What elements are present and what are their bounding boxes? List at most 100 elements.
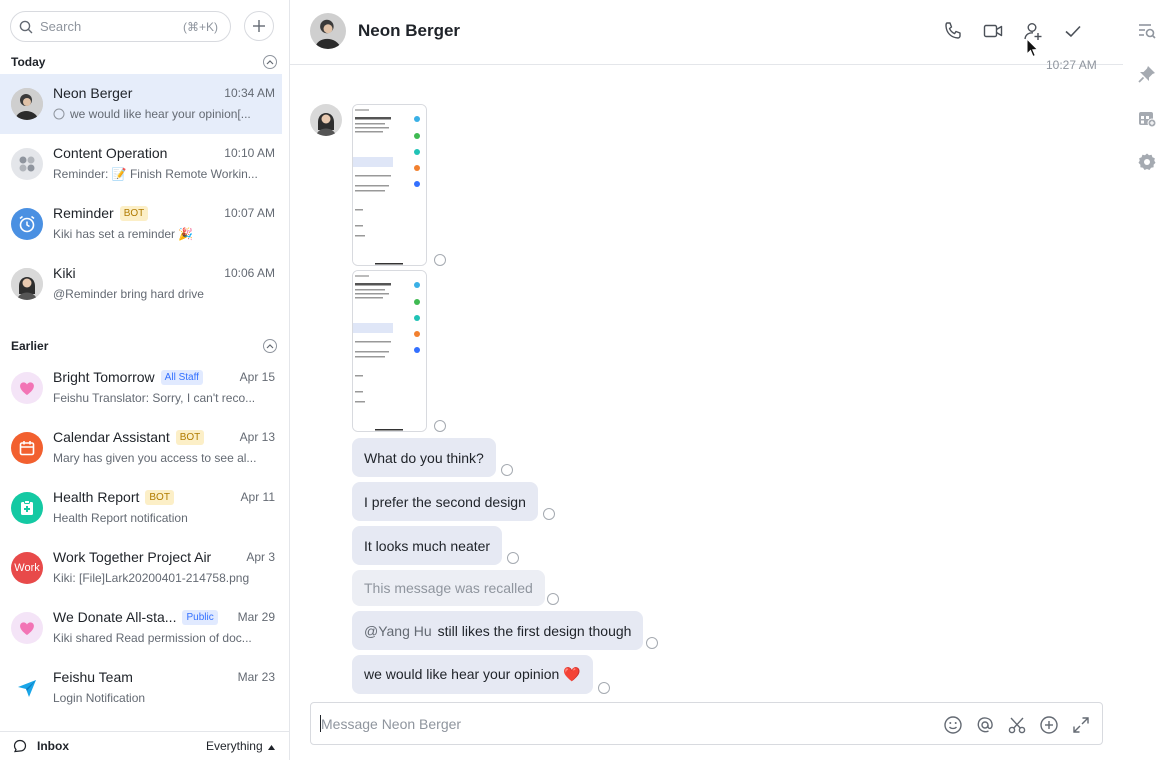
avatar	[11, 208, 43, 240]
search-shortcut: (⌘+K)	[182, 19, 218, 34]
message-bubble[interactable]: What do you think?	[352, 438, 496, 477]
conversation-item[interactable]: We Donate All-sta... Public Mar 29 Kiki …	[0, 598, 282, 658]
conversation-item[interactable]: Feishu Team Mar 23 Login Notification	[0, 658, 282, 718]
emoji-icon[interactable]	[942, 714, 964, 736]
new-conversation-button[interactable]	[244, 11, 274, 41]
image-attachment[interactable]	[352, 104, 427, 266]
filter-label: Everything	[205, 739, 263, 753]
section-earlier: Earlier	[11, 337, 277, 355]
conversation-name-row: We Donate All-sta... Public	[53, 609, 218, 625]
conversation-time: Apr 15	[239, 370, 275, 384]
avatar	[11, 672, 43, 704]
conversation-name-row: Calendar Assistant BOT	[53, 429, 205, 445]
app-screenshot-thumbnail-icon	[353, 105, 426, 265]
conversation-preview: Kiki: [File]Lark20200401-214758.png	[53, 571, 250, 585]
collapse-earlier-button[interactable]	[263, 339, 277, 353]
scissors-icon[interactable]	[1006, 714, 1028, 736]
conversation-item[interactable]: Health Report BOT Apr 11 Health Report n…	[0, 478, 282, 538]
pin-icon[interactable]	[1137, 64, 1157, 84]
sidebar-footer: Inbox Everything	[0, 731, 289, 760]
message-bubble[interactable]: It looks much neater	[352, 526, 503, 565]
conversation-item[interactable]: Calendar Assistant BOT Apr 13 Mary has g…	[0, 418, 282, 478]
sender-avatar[interactable]	[310, 104, 342, 136]
conversation-time: 10:34 AM	[224, 86, 275, 100]
public-badge: Public	[182, 609, 218, 625]
person-photo-icon	[11, 88, 43, 120]
search-placeholder: Search	[40, 19, 82, 34]
collapse-today-button[interactable]	[263, 55, 277, 69]
avatar-initials: Work	[14, 562, 40, 574]
read-receipt-icon	[598, 682, 610, 694]
conversation-time: 10:07 AM	[224, 206, 275, 220]
video-call-icon[interactable]	[982, 20, 1004, 42]
read-receipt-icon	[543, 508, 555, 520]
avatar	[11, 88, 43, 120]
composer-placeholder: Message Neon Berger	[321, 716, 462, 732]
message-timestamp: 10:27 AM	[1046, 58, 1097, 72]
heart-icon	[20, 622, 34, 635]
read-receipt-icon	[434, 254, 446, 266]
paper-plane-icon	[18, 680, 36, 697]
conversation-item[interactable]: Neon Berger 10:34 AM we would like hear …	[0, 74, 282, 134]
message-bubble[interactable]: we would like hear your opinion ❤️	[352, 655, 593, 694]
message-composer[interactable]: Message Neon Berger	[310, 702, 1103, 745]
heart-icon	[20, 382, 34, 395]
calendar-add-icon[interactable]	[1137, 108, 1157, 128]
search-input[interactable]: Search (⌘+K)	[10, 11, 231, 42]
health-icon	[21, 500, 33, 515]
conversation-item[interactable]: Reminder BOT 10:07 AM Kiki has set a rem…	[0, 194, 282, 254]
plus-icon	[253, 20, 265, 32]
section-today: Today	[11, 53, 277, 71]
chat-avatar[interactable]	[310, 13, 346, 49]
conversation-time: Apr 3	[246, 550, 275, 564]
expand-icon[interactable]	[1070, 714, 1092, 736]
conversation-item[interactable]: Work Work Together Project Air Apr 3 Kik…	[0, 538, 282, 598]
message-bubble[interactable]: I prefer the second design	[352, 482, 538, 521]
search-history-icon[interactable]	[1137, 21, 1157, 41]
conversation-item[interactable]: Content Operation 10:10 AM Reminder: 📝 F…	[0, 134, 282, 194]
conversation-name: Work Together Project Air	[53, 549, 212, 565]
messenger-app: Search (⌘+K) Today Neon Berger 10:34 AM …	[0, 0, 1166, 760]
chevron-up-icon	[266, 60, 274, 65]
bot-badge: BOT	[119, 205, 149, 221]
conversation-item[interactable]: Kiki 10:06 AM @Reminder bring hard drive	[0, 254, 282, 314]
read-receipt-icon	[547, 593, 559, 605]
mention-icon[interactable]	[974, 714, 996, 736]
message-text: still likes the first design though	[437, 622, 632, 639]
bot-badge: BOT	[145, 489, 174, 505]
conversation-name-row: Health Report BOT	[53, 489, 174, 505]
avatar	[11, 492, 43, 524]
mouse-cursor-icon	[1026, 38, 1039, 58]
person-photo-icon	[310, 104, 342, 136]
phone-icon[interactable]	[942, 20, 964, 42]
conversation-name: Content Operation	[53, 145, 168, 161]
conversation-name: Feishu Team	[53, 669, 133, 685]
conversation-name: Calendar Assistant	[53, 429, 170, 445]
checkmark-icon[interactable]	[1062, 20, 1084, 42]
inbox-tab[interactable]: Inbox	[13, 739, 69, 753]
avatar	[11, 268, 43, 300]
settings-gear-icon[interactable]	[1137, 152, 1157, 172]
section-today-title: Today	[11, 55, 46, 69]
filter-dropdown[interactable]: Everything	[206, 739, 275, 753]
image-attachment[interactable]	[352, 270, 427, 432]
conversation-name: Bright Tomorrow	[53, 369, 155, 385]
chat-title: Neon Berger	[358, 21, 461, 40]
conversation-name: We Donate All-sta...	[53, 609, 177, 625]
read-receipt-icon	[434, 420, 446, 432]
section-earlier-title: Earlier	[11, 339, 49, 353]
conversation-name: Neon Berger	[53, 85, 133, 101]
avatar	[11, 612, 43, 644]
message-bubble[interactable]: @Yang Hu still likes the first design th…	[352, 611, 644, 650]
plus-circle-icon[interactable]	[1038, 714, 1060, 736]
conversation-preview: Health Report notification	[53, 511, 188, 525]
conversation-name: Kiki	[53, 265, 76, 281]
conversation-preview: we would like hear your opinion[...	[53, 107, 258, 121]
mention-link[interactable]: @Yang Hu	[364, 623, 432, 639]
conversation-preview: Kiki has set a reminder 🎉	[53, 227, 194, 241]
group-icon	[19, 156, 35, 172]
conversation-preview: Kiki shared Read permission of doc...	[53, 631, 252, 645]
avatar: Work	[11, 552, 43, 584]
conversation-item[interactable]: Bright Tomorrow All Staff Apr 15 Feishu …	[0, 358, 282, 418]
bot-badge: BOT	[175, 429, 205, 445]
